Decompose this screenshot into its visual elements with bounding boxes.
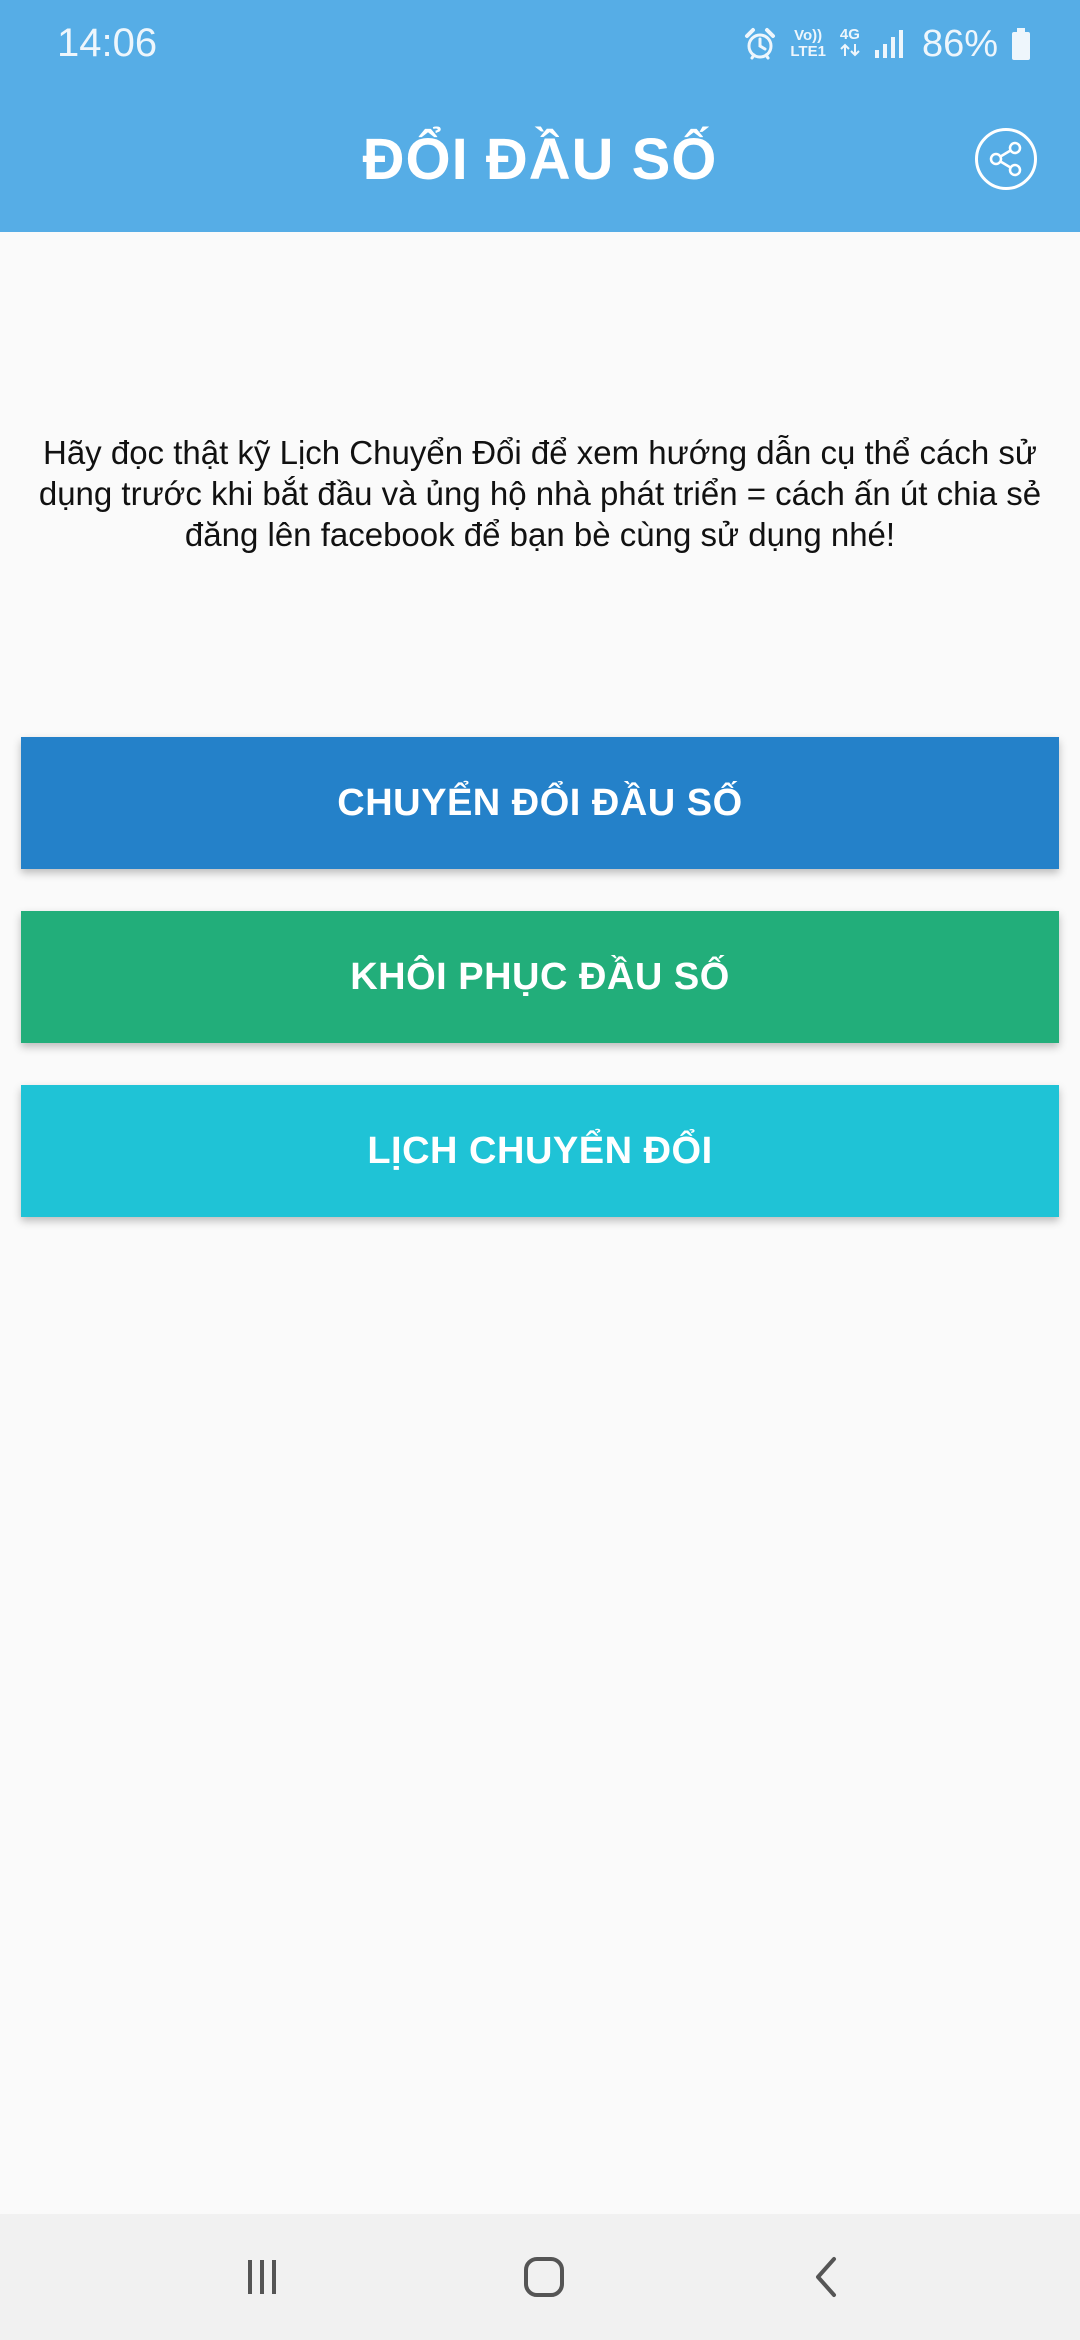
signal-icon xyxy=(874,28,904,60)
share-icon xyxy=(989,141,1022,177)
home-icon xyxy=(524,2257,564,2297)
app-header: 14:06 Vo)) LTE1 4G 86% ĐỔI ĐẦU SỐ xyxy=(0,0,1080,232)
net-type-label: 4G xyxy=(839,26,860,43)
status-time: 14:06 xyxy=(57,21,158,65)
system-nav-bar xyxy=(0,2214,1080,2340)
page-title: ĐỔI ĐẦU SỐ xyxy=(362,127,718,192)
share-button[interactable] xyxy=(975,128,1037,190)
restore-prefix-button[interactable]: KHÔI PHỤC ĐẦU SỐ xyxy=(21,911,1059,1043)
status-icons: Vo)) LTE1 4G 86% xyxy=(742,20,1032,68)
alarm-icon xyxy=(742,26,778,62)
4g-data-icon: 4G xyxy=(838,27,862,61)
net-bottom-label: LTE1 xyxy=(790,43,826,60)
battery-percent: 86% xyxy=(921,23,998,65)
back-icon xyxy=(816,2257,836,2297)
recent-apps-icon xyxy=(248,2260,276,2294)
volte-icon: Vo)) LTE1 xyxy=(790,28,826,60)
net-top-label: Vo)) xyxy=(794,27,823,44)
intro-text: Hãy đọc thật kỹ Lịch Chuyển Đổi để xem h… xyxy=(38,434,1042,553)
recent-apps-button[interactable] xyxy=(222,2237,302,2317)
back-button[interactable] xyxy=(786,2237,866,2317)
convert-prefix-button[interactable]: CHUYỂN ĐỔI ĐẦU SỐ xyxy=(21,737,1059,869)
status-bar: 14:06 Vo)) LTE1 4G 86% xyxy=(0,0,1080,88)
home-button[interactable] xyxy=(504,2237,584,2317)
battery-icon xyxy=(1010,27,1032,61)
conversion-schedule-button[interactable]: LỊCH CHUYỂN ĐỔI xyxy=(21,1085,1059,1217)
